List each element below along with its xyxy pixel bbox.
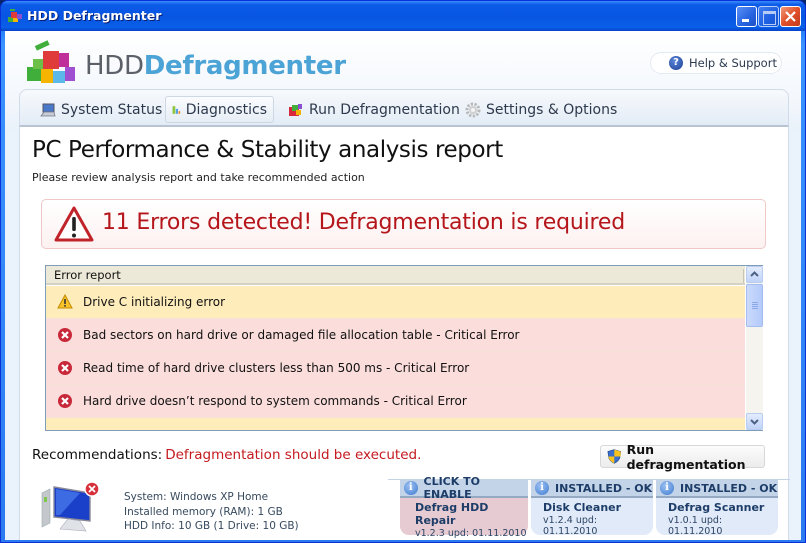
system-info: System: Windows XP Home Installed memory… <box>124 490 299 534</box>
window-title: HDD Defragmenter <box>27 8 162 23</box>
error-icon <box>58 394 72 408</box>
brand-defragmenter: Defragmenter <box>143 51 346 81</box>
info-icon: i <box>660 481 674 495</box>
computer-error-icon <box>41 481 100 532</box>
module-name: Disk Cleaner <box>543 501 622 514</box>
brand-hdd: HDD <box>85 51 144 81</box>
help-question-icon: ? <box>669 56 683 70</box>
computer-icon <box>40 103 56 116</box>
vertical-scrollbar[interactable] <box>746 266 763 430</box>
report-row-text: Drive C initializing error <box>83 295 226 309</box>
scroll-up-button[interactable] <box>746 266 763 283</box>
close-icon <box>785 11 796 22</box>
client-area: HDDDefragmenter ? Help & Support System … <box>5 31 801 540</box>
info-icon: i <box>404 481 418 495</box>
scroll-thumb[interactable] <box>746 284 763 327</box>
report-row-text: Bad sectors on hard drive or damaged fil… <box>83 328 520 342</box>
main-tabs: System Status Diagnostics Run Defragment… <box>19 89 789 127</box>
error-icon <box>58 361 72 375</box>
report-row-text: Read time of hard drive clusters less th… <box>83 361 470 375</box>
modules-panel: i CLICK TO ENABLE Defrag HDD Repair v1.2.… <box>388 475 790 541</box>
gear-icon <box>465 102 481 117</box>
report-row[interactable]: Hard drive doesn’t respond to system com… <box>46 385 745 418</box>
warning-icon <box>57 294 73 309</box>
tab-run-defragmentation[interactable]: Run Defragmentation <box>282 96 466 123</box>
module-status: INSTALLED - OK <box>680 481 778 495</box>
run-defragmentation-label: Run defragmentation <box>626 441 746 472</box>
report-row[interactable] <box>46 418 745 430</box>
report-column-header[interactable]: Error report <box>46 266 745 285</box>
page-title: PC Performance & Stability analysis repo… <box>32 137 503 163</box>
tab-system-status[interactable]: System Status <box>34 96 168 123</box>
bar-chart-icon <box>172 105 181 114</box>
report-rows: Drive C initializing error Bad sectors o… <box>46 286 745 430</box>
help-support-button[interactable]: ? Help & Support <box>650 52 782 74</box>
tab-settings-options[interactable]: Settings & Options <box>459 96 623 123</box>
chevron-up-icon <box>750 271 759 277</box>
tab-label: Diagnostics <box>185 101 267 118</box>
title-bar[interactable]: HDD Defragmenter <box>1 1 805 31</box>
module-name: Defrag HDD Repair <box>415 501 489 527</box>
tab-label: Run Defragmentation <box>309 101 460 118</box>
system-os: System: Windows XP Home <box>124 491 269 503</box>
diagnostics-panel: PC Performance & Stability analysis repo… <box>19 127 790 541</box>
module-version: v1.2.4 upd: 01.11.2010 <box>543 515 598 537</box>
info-icon: i <box>535 481 549 495</box>
report-row[interactable]: Drive C initializing error <box>46 286 745 319</box>
uac-shield-icon <box>607 449 622 464</box>
system-hdd: HDD Info: 10 GB (1 Drive: 10 GB) <box>124 520 299 532</box>
warning-triangle-icon <box>54 206 94 242</box>
scroll-down-button[interactable] <box>746 413 763 430</box>
module-name: Defrag Scanner <box>668 501 765 514</box>
page-subtitle: Please review analysis report and take r… <box>32 171 365 184</box>
module-version: v1.2.3 upd: 01.11.2010 <box>415 528 527 539</box>
recommendations: Recommendations: Defragmentation should b… <box>32 447 421 463</box>
report-row-text: Hard drive doesn’t respond to system com… <box>83 394 467 408</box>
close-button[interactable] <box>780 6 801 27</box>
report-row[interactable]: Read time of hard drive clusters less th… <box>46 352 745 385</box>
report-row[interactable]: Bad sectors on hard drive or damaged fil… <box>46 319 745 352</box>
error-icon <box>58 328 72 342</box>
error-report-list: Error report Drive C initializing error <box>45 265 763 431</box>
defrag-blocks-icon <box>289 103 302 116</box>
module-version: v1.0.1 upd: 01.11.2010 <box>668 515 723 537</box>
system-memory: Installed memory (RAM): 1 GB <box>124 505 283 518</box>
minimize-button[interactable] <box>736 6 757 27</box>
run-defragmentation-button[interactable]: Run defragmentation <box>600 442 765 472</box>
recommendations-value: Defragmentation should be executed. <box>165 447 422 463</box>
module-defrag-scanner[interactable]: i INSTALLED - OK Defrag Scanner v1.0.1 up… <box>656 480 778 537</box>
chevron-down-icon <box>750 419 759 425</box>
module-defrag-hdd-repair[interactable]: i CLICK TO ENABLE Defrag HDD Repair v1.2.… <box>400 475 528 539</box>
brand-title: HDDDefragmenter <box>85 51 346 81</box>
scroll-grip <box>752 302 758 309</box>
alert-message: 11 Errors detected! Defragmentation is r… <box>102 210 625 235</box>
help-support-label: Help & Support <box>689 56 777 70</box>
maximize-button[interactable] <box>758 6 779 27</box>
error-alert: 11 Errors detected! Defragmentation is r… <box>41 199 766 249</box>
tab-label: System Status <box>61 101 163 118</box>
app-icon <box>8 9 22 22</box>
module-status: INSTALLED - OK <box>555 481 653 495</box>
tab-diagnostics[interactable]: Diagnostics <box>165 96 274 123</box>
app-window: HDD Defragmenter HDDDefragmenter ? Help … <box>0 0 806 543</box>
module-status: CLICK TO ENABLE <box>423 475 480 501</box>
recommendations-label: Recommendations: <box>32 447 163 463</box>
tab-label: Settings & Options <box>486 101 618 118</box>
module-disk-cleaner[interactable]: i INSTALLED - OK Disk Cleaner v1.2.4 upd:… <box>531 480 653 537</box>
logo-icon <box>27 40 75 83</box>
